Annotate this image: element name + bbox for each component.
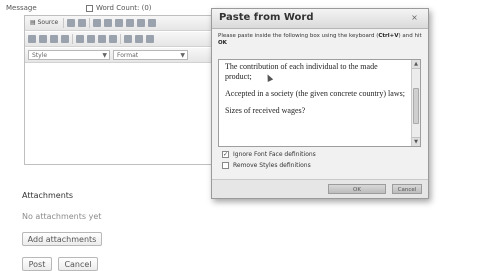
- paste-from-word-icon[interactable]: [137, 19, 146, 27]
- dialog-ok-button[interactable]: OK: [328, 184, 386, 194]
- word-count: Word Count: (0): [86, 4, 152, 12]
- bulleted-list-icon[interactable]: [39, 35, 47, 43]
- spellcheck-icon[interactable]: [148, 19, 157, 27]
- source-label: Source: [37, 19, 59, 26]
- dialog-cancel-button[interactable]: Cancel: [392, 184, 422, 194]
- toolbar-row-2: [25, 32, 213, 47]
- pasted-paragraph: The contribution of each individual to t…: [225, 62, 378, 81]
- remove-styles-checkbox[interactable]: [222, 162, 229, 169]
- post-button[interactable]: Post: [22, 257, 52, 271]
- close-icon[interactable]: ×: [410, 13, 419, 22]
- add-attachments-button[interactable]: Add attachments: [22, 232, 102, 246]
- format-select[interactable]: Format ▼: [113, 50, 188, 60]
- outdent-icon[interactable]: [50, 35, 58, 43]
- no-attachments-text: No attachments yet: [22, 212, 102, 221]
- cancel-button[interactable]: Cancel: [58, 257, 98, 271]
- toolbar-row-1: ▤ Source: [25, 16, 213, 31]
- scrollbar-thumb[interactable]: [413, 88, 419, 124]
- dialog-title: Paste from Word: [219, 12, 314, 23]
- ignore-font-option[interactable]: ✓ Ignore Font Face definitions: [222, 151, 316, 158]
- dialog-instructions: Please paste inside the following box us…: [218, 33, 424, 47]
- rich-text-editor: ▤ Source Style ▼ Format ▼: [24, 15, 214, 165]
- cut-icon[interactable]: [93, 19, 102, 27]
- dialog-footer: OK Cancel: [212, 179, 428, 198]
- instruction-ok: OK: [218, 40, 227, 46]
- text-color-icon[interactable]: [124, 35, 132, 43]
- instruction-prefix: Please paste inside the following box us…: [218, 33, 379, 39]
- message-label: Message: [6, 4, 37, 12]
- link-icon[interactable]: [146, 35, 154, 43]
- word-count-icon: [86, 4, 93, 12]
- dialog-title-bar[interactable]: Paste from Word ×: [212, 9, 428, 29]
- editor-content-area[interactable]: [25, 63, 213, 164]
- toolbar-separator: [63, 18, 65, 28]
- toolbar-row-3: Style ▼ Format ▼: [25, 48, 213, 63]
- preview-icon[interactable]: [78, 19, 87, 27]
- justify-icon[interactable]: [109, 35, 117, 43]
- chevron-down-icon: ▼: [180, 52, 185, 59]
- chevron-down-icon: ▼: [102, 52, 107, 59]
- toolbar-separator: [89, 18, 91, 28]
- indent-icon[interactable]: [61, 35, 69, 43]
- align-center-icon[interactable]: [87, 35, 95, 43]
- source-icon: ▤: [30, 19, 36, 26]
- pasted-paragraph: Sizes of received wages?: [225, 106, 306, 115]
- pasted-content: The contribution of each individual to t…: [225, 62, 405, 123]
- numbered-list-icon[interactable]: [28, 35, 36, 43]
- style-select[interactable]: Style ▼: [28, 50, 110, 60]
- align-left-icon[interactable]: [76, 35, 84, 43]
- paste-from-word-dialog: Paste from Word × Please paste inside th…: [211, 8, 429, 199]
- remove-styles-label: Remove Styles definitions: [233, 162, 311, 169]
- remove-styles-option[interactable]: Remove Styles definitions: [222, 162, 311, 169]
- paste-textarea[interactable]: The contribution of each individual to t…: [218, 59, 421, 147]
- ignore-font-checkbox[interactable]: ✓: [222, 151, 229, 158]
- paste-scrollbar[interactable]: ▲ ▼: [411, 60, 420, 146]
- pasted-paragraph: Accepted in a society (the given concret…: [225, 89, 405, 98]
- ignore-font-label: Ignore Font Face definitions: [233, 151, 316, 158]
- instruction-suffix: ) and hit: [398, 33, 422, 39]
- style-select-label: Style: [32, 52, 48, 59]
- paste-icon[interactable]: [115, 19, 124, 27]
- copy-icon[interactable]: [104, 19, 113, 27]
- word-count-text: Word Count: (0): [96, 4, 152, 12]
- toolbar-separator: [120, 34, 121, 44]
- instruction-keys: Ctrl+V: [378, 33, 399, 39]
- toolbar-separator: [72, 34, 73, 44]
- attachments-heading: Attachments: [22, 191, 74, 200]
- align-right-icon[interactable]: [98, 35, 106, 43]
- source-button[interactable]: ▤ Source: [28, 17, 60, 29]
- new-page-icon[interactable]: [67, 19, 76, 27]
- format-select-label: Format: [117, 52, 139, 59]
- scroll-down-icon[interactable]: ▼: [412, 137, 420, 146]
- scroll-up-icon[interactable]: ▲: [412, 60, 420, 69]
- background-color-icon[interactable]: [135, 35, 143, 43]
- paste-text-icon[interactable]: [126, 19, 135, 27]
